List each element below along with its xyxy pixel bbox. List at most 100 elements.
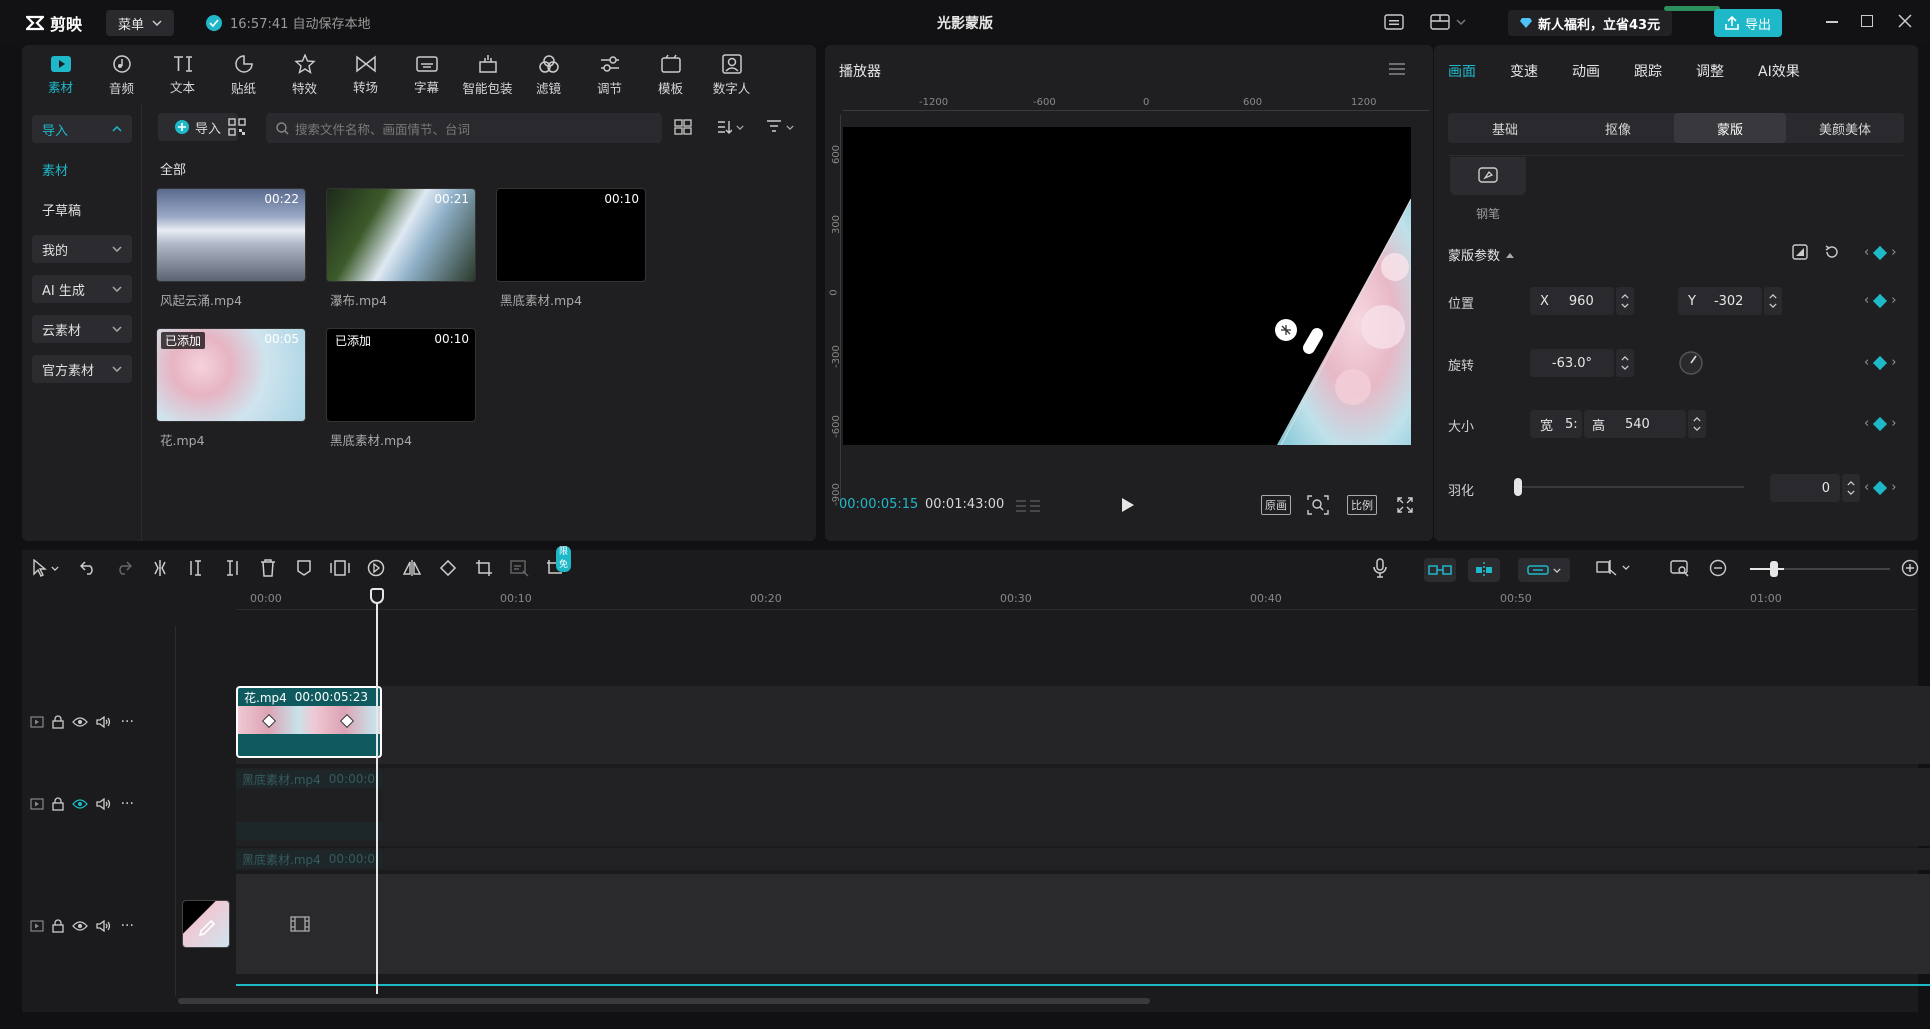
marker-icon[interactable] [290,554,318,582]
feather-slider-track[interactable] [1518,486,1744,488]
search-input[interactable]: 搜索文件名称、画面情节、台词 [295,119,470,138]
play-button[interactable] [1121,497,1135,513]
more-icon[interactable]: ··· [121,714,134,730]
position-x-field[interactable]: X 960 [1530,287,1614,315]
aspect-ratio-button[interactable]: 比例 [1347,495,1377,515]
feather-handle-icon[interactable] [1275,319,1297,341]
keyframe-group[interactable]: ‹ › [1864,355,1896,370]
zoom-fit-icon[interactable] [1307,495,1329,515]
feather-value-field[interactable]: 0 [1770,474,1840,502]
filter-button[interactable] [766,119,794,135]
tab-ai-effects[interactable]: AI效果 [1758,61,1828,81]
tool-smart-pack[interactable]: 智能包装 [457,49,518,101]
reverse-icon[interactable] [362,554,390,582]
tool-filter[interactable]: 滤镜 [518,49,579,101]
tab-tracking[interactable]: 跟踪 [1634,61,1696,81]
fullscreen-icon[interactable] [1397,497,1413,513]
subtab-cutout[interactable]: 抠像 [1562,113,1674,143]
rotation-stepper[interactable] [1616,349,1634,377]
select-tool[interactable] [26,554,66,582]
tool-text[interactable]: 文本 [152,49,213,101]
menu-button[interactable]: 菜单 [106,10,174,36]
mask-params-header[interactable]: 蒙版参数 [1448,245,1515,264]
track-video-icon[interactable] [30,920,44,932]
lock-icon[interactable] [52,919,64,933]
reset-icon[interactable] [1824,244,1840,260]
sidebar-group-mine[interactable]: 我的 [32,235,132,263]
tool-audio[interactable]: 音频 [91,49,152,101]
invert-mask-icon[interactable] [1792,244,1808,260]
tool-media[interactable]: 素材 [30,49,91,101]
close-icon[interactable] [1898,14,1912,28]
lock-icon[interactable] [52,715,64,729]
clip-thumb-black[interactable]: 00:10 [496,188,646,282]
tool-transition[interactable]: 转场 [335,49,396,101]
tab-adjust[interactable]: 调整 [1696,61,1758,81]
split-icon[interactable] [146,554,174,582]
tool-sticker[interactable]: 贴纸 [213,49,274,101]
sidebar-group-official[interactable]: 官方素材 [32,355,132,383]
microphone-icon[interactable] [1366,554,1394,582]
cover-thumbnail[interactable] [182,900,230,948]
clip-black-1[interactable]: 黑底素材.mp4 00:00:0 [236,770,382,840]
playhead-handle[interactable] [370,588,384,604]
sidebar-item-material[interactable]: 素材 [32,155,132,183]
zoom-out-icon[interactable] [1704,554,1732,582]
size-height-field[interactable]: 高 540 [1584,410,1686,438]
size-width-field[interactable]: 宽 5: [1530,410,1582,438]
lock-icon[interactable] [52,797,64,811]
subtab-basic[interactable]: 基础 [1448,113,1562,143]
clip-thumb-flower[interactable]: 已添加 00:05 [156,328,306,422]
position-y-stepper[interactable] [1764,287,1782,315]
main-track-magnet[interactable] [1424,558,1456,582]
preview-canvas[interactable] [843,127,1411,445]
import-button[interactable]: 导入 [158,113,238,141]
keyframe-group[interactable]: ‹ › [1864,293,1896,308]
feather-stepper[interactable] [1842,474,1860,502]
position-y-field[interactable]: Y -302 [1678,287,1762,315]
size-stepper[interactable] [1688,410,1706,438]
volume-icon[interactable] [96,920,112,932]
position-x-stepper[interactable] [1616,287,1634,315]
subtab-beauty[interactable]: 美颜美体 [1786,113,1904,143]
timeline-list-icon[interactable] [1015,499,1041,513]
mask-pen-button[interactable] [1450,157,1526,195]
preview-axis-button[interactable] [1596,558,1630,576]
sidebar-group-cloud[interactable]: 云素材 [32,315,132,343]
clip-thumb-waterfall[interactable]: 00:21 [326,188,476,282]
auto-edit-icon[interactable] [506,554,534,582]
rotate-icon[interactable] [434,554,462,582]
minimize-icon[interactable] [1826,21,1838,23]
redo-icon[interactable] [110,554,138,582]
keyframe-group[interactable]: ‹ › [1864,416,1896,431]
eye-icon[interactable] [72,716,89,728]
qr-scan-icon[interactable] [228,118,246,136]
timeline-scrollbar[interactable] [178,998,1150,1004]
track-video-icon[interactable] [30,798,44,810]
volume-icon[interactable] [96,716,112,728]
promo-banner[interactable]: 新人福利，立省43元 [1508,10,1672,36]
tab-animation[interactable]: 动画 [1572,61,1634,81]
more-icon[interactable]: ··· [121,796,134,812]
volume-icon[interactable] [96,798,112,810]
feather-slider-thumb[interactable] [1514,478,1522,496]
trash-icon[interactable] [254,554,282,582]
more-icon[interactable]: ··· [121,918,134,934]
sidebar-item-subdraft[interactable]: 子草稿 [32,195,132,223]
sidebar-group-ai[interactable]: AI 生成 [32,275,132,303]
clip-thumb-clouds[interactable]: 00:22 [156,188,306,282]
tool-effects[interactable]: 特效 [274,49,335,101]
freeze-frame-icon[interactable] [326,554,354,582]
tab-picture[interactable]: 画面 [1448,61,1510,81]
linkage-button[interactable] [1518,558,1570,582]
sort-button[interactable] [716,119,744,135]
eye-icon[interactable] [72,920,89,932]
restore-icon[interactable] [1861,15,1873,27]
zoom-in-icon[interactable] [1896,554,1924,582]
tool-adjust[interactable]: 调节 [579,49,640,101]
delete-right-icon[interactable] [218,554,246,582]
eye-active-icon[interactable] [72,798,89,810]
export-button[interactable]: 导出 [1714,9,1782,37]
grid-view-icon[interactable] [674,119,692,135]
layout-button[interactable] [1430,13,1466,31]
